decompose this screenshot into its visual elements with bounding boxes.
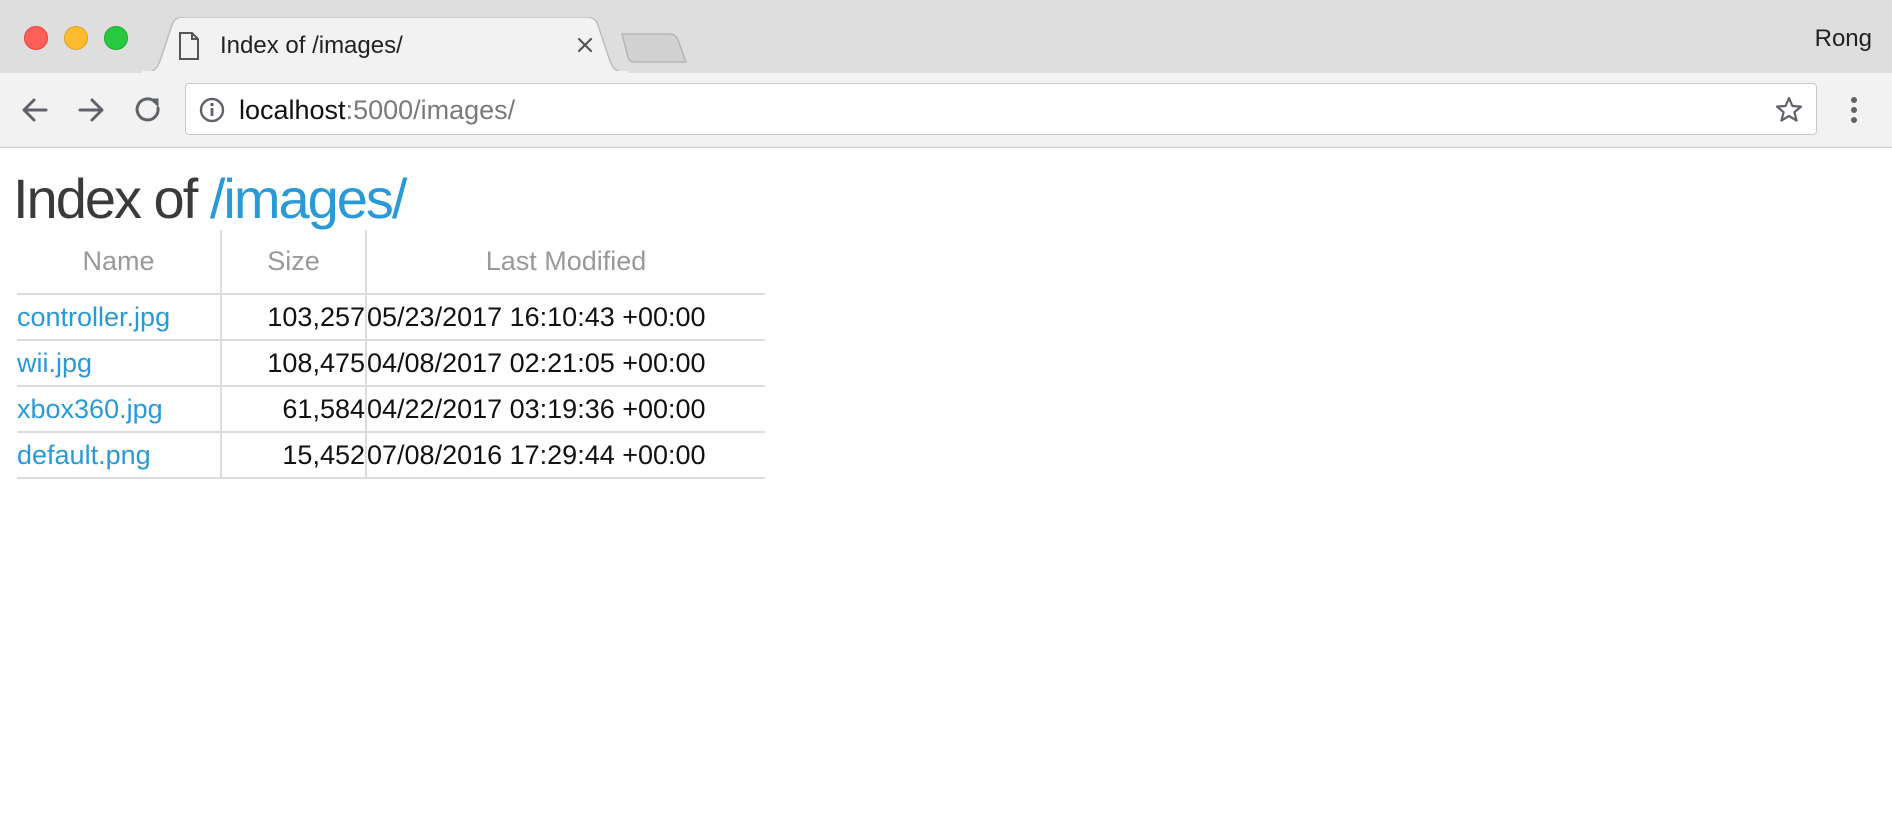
- table-row: controller.jpg 103,257 05/23/2017 16:10:…: [17, 294, 765, 341]
- table-row: default.png 15,452 07/08/2016 17:29:44 +…: [17, 432, 765, 479]
- close-icon[interactable]: [574, 34, 596, 56]
- back-arrow-icon[interactable]: [17, 92, 53, 128]
- page-content: Index of /images/ Name Size Last Modifie…: [0, 148, 1892, 822]
- column-header-name[interactable]: Name: [17, 230, 221, 295]
- file-modified-cell: 05/23/2017 16:10:43 +00:00: [365, 294, 765, 341]
- file-name-cell: controller.jpg: [17, 294, 221, 341]
- url-text[interactable]: localhost:5000/images/: [239, 95, 515, 126]
- browser-toolbar: localhost:5000/images/: [0, 73, 1892, 148]
- page-title: Index of /images/: [13, 166, 408, 231]
- column-header-size[interactable]: Size: [220, 230, 366, 295]
- column-header-last-modified[interactable]: Last Modified: [365, 230, 765, 295]
- file-size-cell: 108,475: [220, 340, 366, 387]
- zoom-window-button[interactable]: [104, 26, 128, 50]
- file-size-cell: 61,584: [220, 386, 366, 433]
- table-row: wii.jpg 108,475 04/08/2017 02:21:05 +00:…: [17, 340, 765, 387]
- active-tab[interactable]: Index of /images/: [142, 17, 628, 73]
- info-icon[interactable]: [198, 96, 226, 124]
- file-size-cell: 15,452: [220, 432, 366, 479]
- file-link[interactable]: xbox360.jpg: [17, 394, 163, 424]
- page-icon: [179, 32, 199, 60]
- file-modified-cell: 04/22/2017 03:19:36 +00:00: [365, 386, 765, 433]
- file-name-cell: default.png: [17, 432, 221, 479]
- url-host: localhost: [239, 95, 346, 125]
- tab-strip: Index of /images/ Rong: [0, 0, 1892, 73]
- file-size-cell: 103,257: [220, 294, 366, 341]
- file-modified-cell: 07/08/2016 17:29:44 +00:00: [365, 432, 765, 479]
- file-link[interactable]: controller.jpg: [17, 302, 170, 332]
- file-modified-cell: 04/08/2017 02:21:05 +00:00: [365, 340, 765, 387]
- new-tab-button[interactable]: [620, 32, 688, 64]
- minimize-window-button[interactable]: [64, 26, 88, 50]
- forward-arrow-icon[interactable]: [73, 92, 109, 128]
- url-path: :5000/images/: [345, 95, 516, 125]
- address-bar[interactable]: localhost:5000/images/: [185, 83, 1817, 135]
- profile-name[interactable]: Rong: [1815, 25, 1872, 53]
- table-row: xbox360.jpg 61,584 04/22/2017 03:19:36 +…: [17, 386, 765, 433]
- star-icon[interactable]: [1774, 95, 1804, 125]
- page-title-path[interactable]: /images/: [210, 167, 408, 230]
- close-window-button[interactable]: [24, 26, 48, 50]
- reload-icon[interactable]: [130, 92, 166, 128]
- file-name-cell: xbox360.jpg: [17, 386, 221, 433]
- table-header-row: Name Size Last Modified: [17, 230, 765, 295]
- file-link[interactable]: default.png: [17, 440, 151, 470]
- file-name-cell: wii.jpg: [17, 340, 221, 387]
- tab-title: Index of /images/: [220, 32, 403, 59]
- page-title-prefix: Index of: [13, 167, 198, 230]
- file-listing-table: Name Size Last Modified controller.jpg 1…: [17, 230, 765, 479]
- file-link[interactable]: wii.jpg: [17, 348, 92, 378]
- menu-icon[interactable]: [1842, 93, 1866, 127]
